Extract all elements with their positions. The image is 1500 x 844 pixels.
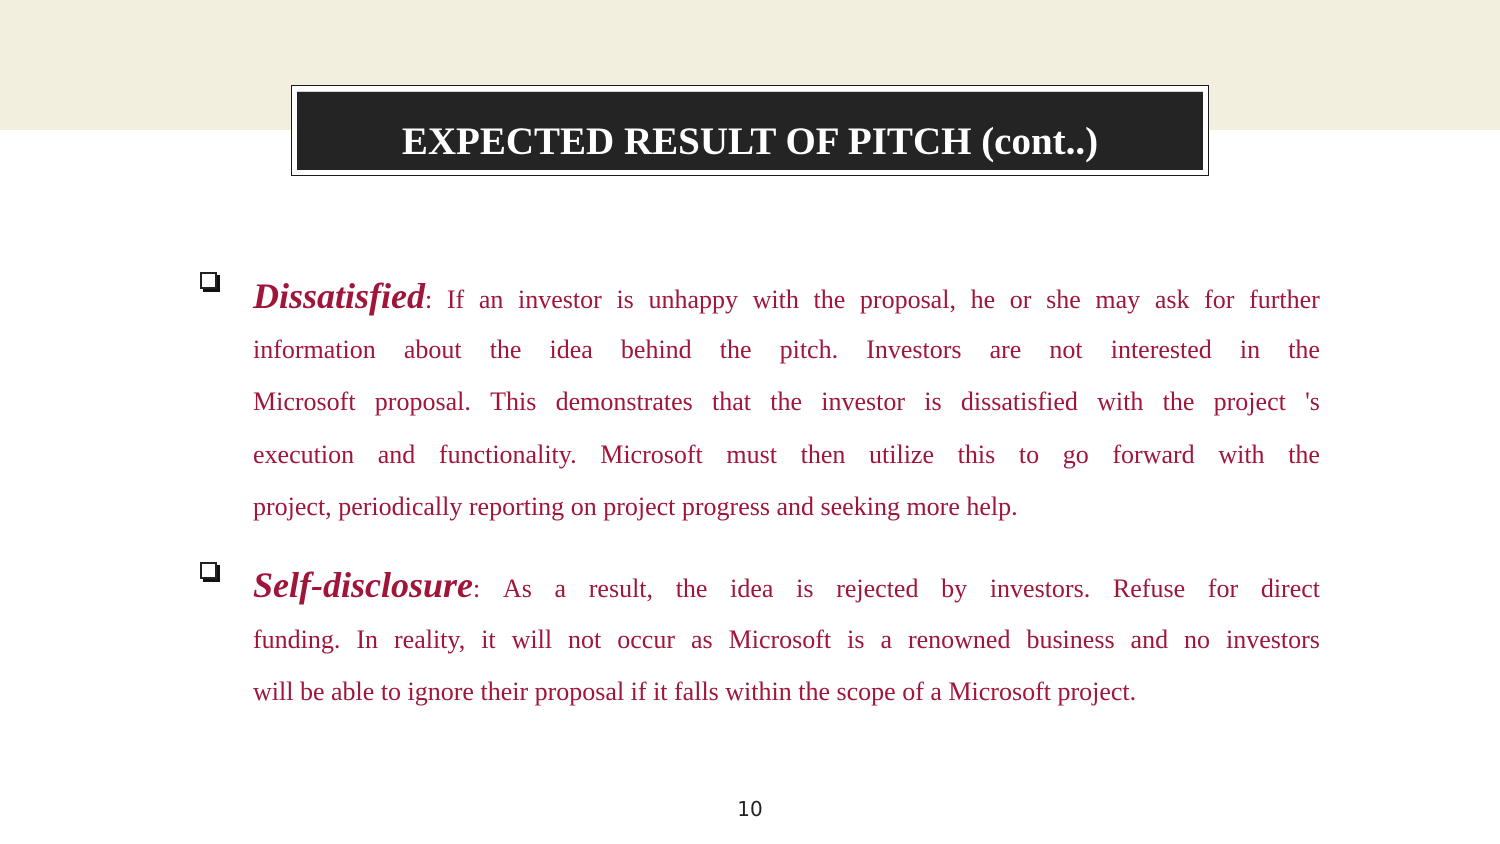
title-frame: EXPECTED RESULT OF PITCH (cont..)	[291, 85, 1209, 176]
bullet-1-line-3: Microsoft proposal. This demonstrates that th…	[253, 387, 1320, 416]
checkbox-square-icon	[200, 562, 222, 584]
bullet-1-line-1: Dissatisfied: If an investor is unhappy with th…	[253, 276, 1320, 316]
bullet-1-line-5: project, periodically reporting on project pr…	[253, 492, 1018, 521]
title-box: EXPECTED RESULT OF PITCH (cont..)	[297, 91, 1203, 170]
page-number: 10	[737, 797, 763, 821]
bullet-1-term: Dissatisfied	[253, 276, 426, 316]
bullet-2-line-2: funding. In reality, it will not occur as Micros…	[253, 625, 1320, 654]
bullet-2-line-3: will be able to ignore their proposal if it falls…	[253, 677, 1137, 706]
slide-title: EXPECTED RESULT OF PITCH (cont..)	[401, 120, 1099, 163]
bullet-2-term: Self-disclosure	[253, 565, 473, 605]
bullet-1-line-2: information about the idea behind the pitch. In…	[253, 335, 1320, 364]
bullet-2-line-1: Self-disclosure: As a result, the idea is rejec…	[253, 565, 1320, 605]
bullet-1-line-4: execution and functionality. Microsoft must t…	[253, 440, 1320, 469]
checkbox-square-icon	[200, 272, 222, 294]
